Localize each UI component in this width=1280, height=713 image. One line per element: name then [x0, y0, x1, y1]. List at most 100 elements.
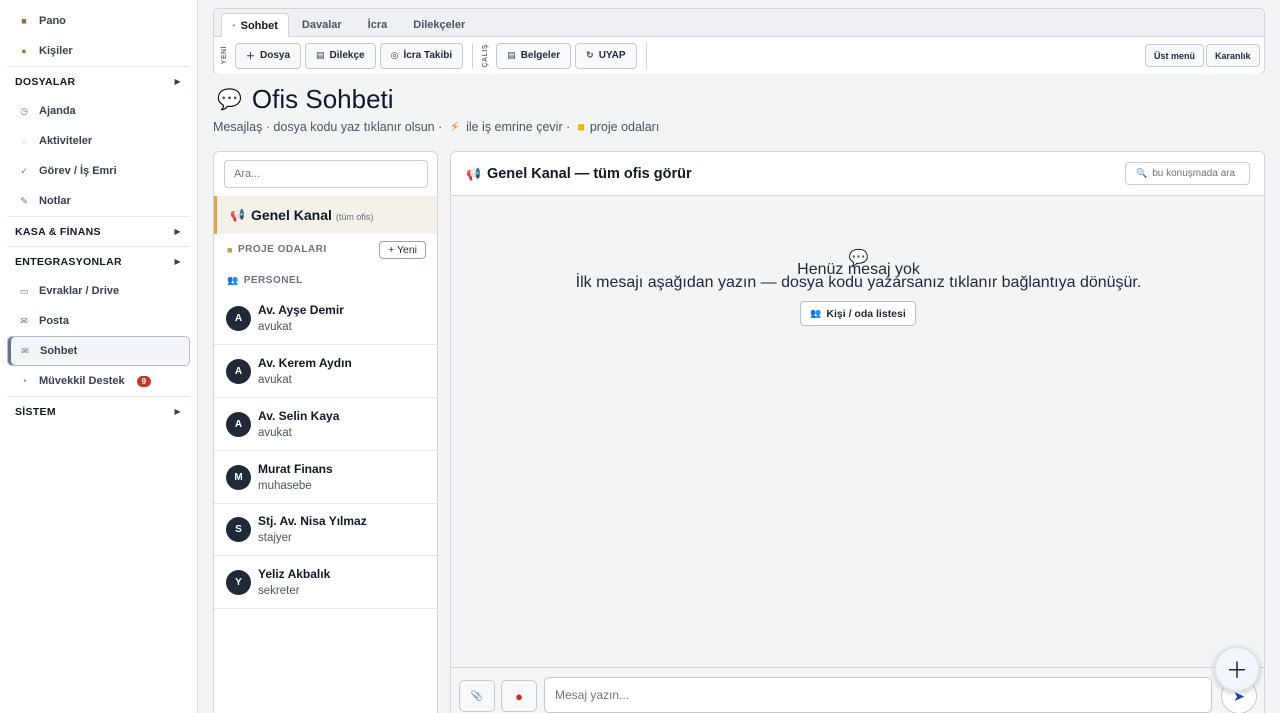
- page-title: 💬 Ofis Sohbeti: [217, 84, 394, 115]
- sidebar-item-sohbet[interactable]: ✉ Sohbet: [7, 336, 190, 366]
- people-icon: 👥: [227, 275, 239, 285]
- avatar: A: [226, 358, 251, 384]
- sidebar-item-pano[interactable]: ■ Pano: [0, 6, 197, 36]
- channel-genel[interactable]: 📢 Genel Kanal (tüm ofis): [214, 196, 437, 234]
- tab-sohbet[interactable]: ● Sohbet: [221, 13, 289, 37]
- speech-bubble-icon: 💬: [217, 89, 242, 111]
- document-icon: ▤: [316, 50, 325, 60]
- section-label: ENTEGRASYONLAR: [15, 255, 122, 268]
- sidebar-item-label: Görev / İş Emri: [39, 165, 117, 177]
- new-dosya-button[interactable]: ＋ Dosya: [235, 42, 302, 69]
- empty-state-text: İlk mesajı aşağıdan yazın — dosya kodu y…: [575, 274, 1142, 291]
- chevron-right-icon: ▶: [174, 227, 181, 236]
- message-input[interactable]: [544, 677, 1212, 713]
- people-icon: 👥: [810, 308, 822, 318]
- folder-icon: ▭: [19, 285, 29, 296]
- paperclip-icon: 📎: [470, 690, 484, 702]
- tool-row: YENİ ＋ Dosya ▤ Dilekçe ◎ İcra Takibi ÇALIŞ …: [214, 37, 1264, 74]
- person-role: stajyer: [258, 532, 292, 544]
- sidebar-item-notlar[interactable]: ✎ Notlar: [0, 186, 197, 216]
- sidebar-section-kasa[interactable]: KASA & FİNANS ▶: [7, 216, 190, 246]
- sidebar-item-label: Notlar: [39, 195, 71, 207]
- pencil-icon: ✎: [20, 195, 28, 206]
- button-label: Belgeler: [520, 50, 561, 61]
- conversation-search-input[interactable]: [224, 160, 428, 188]
- person-name: Av. Selin Kaya: [258, 409, 340, 423]
- new-room-button[interactable]: + Yeni: [379, 241, 426, 259]
- channel-name: Genel Kanal: [250, 207, 332, 223]
- person-name: Av. Kerem Aydın: [258, 356, 352, 370]
- person-item[interactable]: S Stj. Av. Nisa Yılmaz stajyer: [214, 503, 437, 556]
- person-role: avukat: [258, 321, 292, 333]
- button-label: UYAP: [598, 50, 626, 61]
- sidebar-item-label: Posta: [39, 315, 69, 327]
- search-icon: 🔍: [1136, 168, 1148, 178]
- uyap-button[interactable]: ↻ UYAP: [575, 42, 637, 69]
- plus-icon: ＋: [246, 51, 256, 61]
- sidebar-section-entegrasyonlar[interactable]: ENTEGRASYONLAR ▶: [7, 246, 190, 276]
- person-name: Stj. Av. Nisa Yılmaz: [258, 514, 367, 528]
- record-icon: ●: [515, 688, 523, 704]
- lightning-icon: ⚡: [450, 120, 460, 134]
- person-item[interactable]: A Av. Selin Kaya avukat: [214, 398, 437, 451]
- section-personel: 👥 PERSONEL: [227, 275, 303, 286]
- sidebar-item-evraklar[interactable]: ▭ Evraklar / Drive: [0, 276, 197, 306]
- sidebar-item-label: Kişiler: [39, 45, 73, 57]
- check-icon: ✓: [20, 165, 28, 176]
- sidebar-item-gorev[interactable]: ✓ Görev / İş Emri: [0, 156, 197, 186]
- dot-icon: ●: [232, 22, 236, 29]
- folder-icon: ■: [227, 244, 233, 255]
- section-label: KASA & FİNANS: [15, 225, 101, 238]
- tab-label: Sohbet: [240, 19, 278, 32]
- megaphone-icon: 📢: [466, 166, 481, 181]
- section-proje-odalari: ■ PROJE ODALARI: [227, 244, 327, 255]
- subtitle-part: Mesajlaş · dosya kodu yaz tıklanır olsun…: [213, 119, 443, 134]
- avatar: S: [226, 516, 251, 542]
- group-label-calis: ÇALIŞ: [482, 43, 490, 68]
- sidebar-item-ajanda[interactable]: ◷ Ajanda: [0, 96, 197, 126]
- attach-button[interactable]: 📎: [459, 680, 495, 712]
- tab-davalar[interactable]: Davalar: [289, 13, 355, 36]
- sidebar-item-label: Sohbet: [40, 345, 78, 357]
- top-menu-button[interactable]: Üst menü: [1145, 44, 1205, 67]
- chat-panel: 📢 Genel Kanal — tüm ofis görür 🔍 bu konuş…: [450, 151, 1265, 713]
- refresh-icon: ↻: [586, 50, 594, 60]
- tab-bar: ● Sohbet Davalar İcra Dilekçeler: [214, 9, 1264, 37]
- document-icon: ▤: [507, 50, 516, 60]
- floating-add-button[interactable]: ＋: [1214, 646, 1260, 692]
- person-item[interactable]: Y Yeliz Akbalık sekreter: [214, 556, 437, 609]
- tab-icra[interactable]: İcra: [355, 13, 401, 36]
- chevron-right-icon: ▶: [174, 77, 181, 86]
- new-dilekce-button[interactable]: ▤ Dilekçe: [305, 42, 376, 69]
- person-name: Yeliz Akbalık: [258, 567, 331, 581]
- speech-bubble-icon: ◔: [21, 376, 27, 386]
- plus-icon: ＋: [1225, 658, 1248, 683]
- sidebar-item-posta[interactable]: ✉ Posta: [0, 306, 197, 336]
- avatar: Y: [226, 569, 251, 595]
- person-item[interactable]: A Av. Kerem Aydın avukat: [214, 345, 437, 398]
- dark-mode-button[interactable]: Karanlık: [1206, 44, 1260, 67]
- section-label: DOSYALAR: [15, 75, 76, 88]
- person-name: Murat Finans: [258, 462, 333, 476]
- contact-room-list-button[interactable]: 👥 Kişi / oda listesi: [800, 301, 916, 326]
- binoculars-icon: ◎: [390, 50, 399, 60]
- sidebar-item-kisiler[interactable]: ● Kişiler: [0, 36, 197, 66]
- conversation-search-input[interactable]: 🔍 bu konuşmada ara: [1125, 162, 1250, 185]
- belgeler-button[interactable]: ▤ Belgeler: [496, 42, 572, 69]
- sidebar-section-dosyalar[interactable]: DOSYALAR ▶: [7, 66, 190, 96]
- tab-dilekceler[interactable]: Dilekçeler: [400, 13, 478, 36]
- activity-icon: ◌: [21, 136, 27, 146]
- record-button[interactable]: ●: [501, 680, 537, 712]
- icra-takibi-button[interactable]: ◎ İcra Takibi: [379, 42, 464, 69]
- compose-bar: 📎 ● ➤: [451, 667, 1264, 713]
- message-area: 💬 Henüz mesaj yok İlk mesajı aşağıdan ya…: [451, 196, 1264, 668]
- sidebar-section-sistem[interactable]: SİSTEM ▶: [7, 396, 190, 426]
- sidebar-item-label: Pano: [39, 15, 66, 27]
- person-item[interactable]: M Murat Finans muhasebe: [214, 451, 437, 504]
- section-label: PERSONEL: [243, 275, 303, 286]
- person-item[interactable]: A Av. Ayşe Demir avukat: [214, 292, 437, 345]
- chevron-right-icon: ▶: [174, 257, 181, 266]
- mail-icon: ✉: [20, 315, 28, 326]
- sidebar-item-muvekkil[interactable]: ◔ Müvekkil Destek 9: [0, 366, 197, 396]
- sidebar-item-aktiviteler[interactable]: ◌ Aktiviteler: [0, 126, 197, 156]
